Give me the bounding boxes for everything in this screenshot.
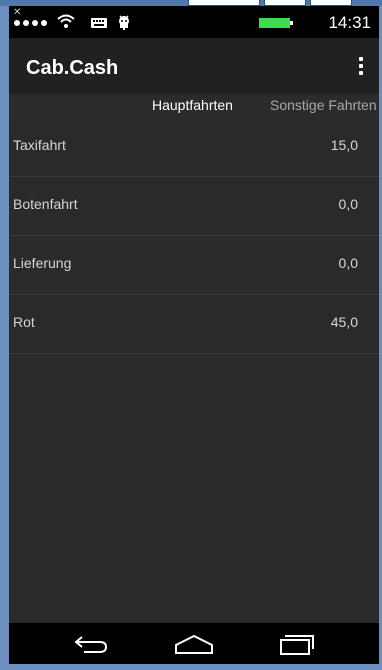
tab-sonstige-fahrten[interactable]: Sonstige Fahrten (270, 96, 377, 114)
recent-apps-icon[interactable] (277, 631, 317, 657)
android-debug-icon (119, 15, 129, 30)
list-item-label: Botenfahrt (13, 196, 78, 212)
list-item[interactable]: Rot 45,0 (9, 295, 379, 354)
close-x-icon[interactable]: ✕ (13, 8, 21, 18)
trip-type-list: Taxifahrt 15,0 Botenfahrt 0,0 Lieferung … (9, 118, 379, 354)
keyboard-icon (91, 18, 107, 28)
status-bar: ✕ 14:31 (9, 6, 379, 38)
status-clock: 14:31 (328, 13, 371, 32)
emulator-window-frame: ✕ 14:31 Cab.Cash Hauptfahrten Sonstige F… (0, 0, 382, 670)
list-item-value: 15,0 (330, 137, 358, 153)
tab-bar: Hauptfahrten Sonstige Fahrten (9, 94, 379, 118)
list-item-value: 0,0 (338, 196, 358, 212)
list-item[interactable]: Botenfahrt 0,0 (9, 177, 379, 236)
navigation-bar (9, 623, 379, 664)
app-title: Cab.Cash (26, 57, 119, 79)
list-item[interactable]: Lieferung 0,0 (9, 236, 379, 295)
back-icon[interactable] (72, 631, 112, 657)
list-item-value: 0,0 (338, 255, 358, 271)
device-screen: ✕ 14:31 Cab.Cash Hauptfahrten Sonstige F… (9, 6, 379, 664)
list-item-value: 45,0 (330, 314, 358, 330)
app-bar: Cab.Cash (9, 38, 379, 94)
overflow-menu-icon[interactable] (357, 57, 365, 79)
home-icon[interactable] (174, 631, 214, 657)
battery-icon (259, 18, 293, 28)
wifi-icon (57, 14, 75, 28)
list-item[interactable]: Taxifahrt 15,0 (9, 118, 379, 177)
list-item-label: Lieferung (13, 255, 72, 271)
tab-hauptfahrten[interactable]: Hauptfahrten (152, 96, 233, 114)
signal-dots-icon (14, 20, 47, 26)
list-item-label: Taxifahrt (13, 137, 66, 153)
list-item-label: Rot (13, 314, 35, 330)
